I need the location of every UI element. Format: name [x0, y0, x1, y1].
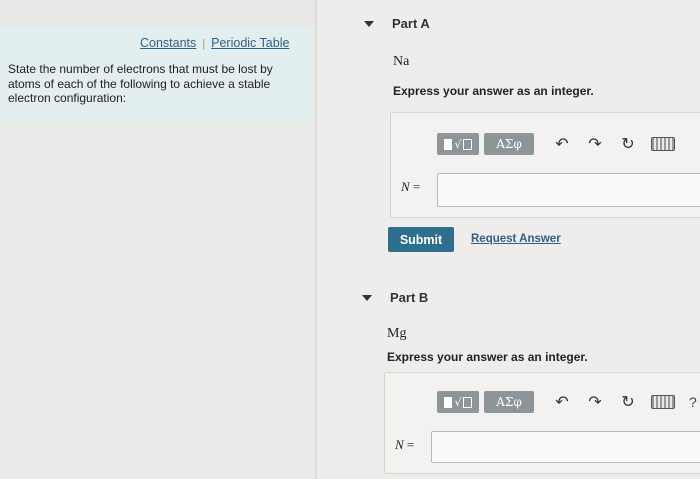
part-b-element: Mg — [387, 326, 407, 341]
greek-symbols-icon[interactable]: ΑΣφ — [484, 133, 534, 155]
parts-panel: Part A Na Express your answer as an inte… — [317, 0, 700, 479]
part-a-answer-input[interactable] — [437, 173, 700, 207]
reset-icon[interactable]: ↻ — [618, 133, 638, 155]
expand-caret-icon[interactable] — [362, 294, 372, 301]
part-a-title: Part A — [392, 16, 430, 31]
part-a-answer-label: N = — [401, 179, 421, 194]
link-separator: | — [202, 38, 206, 50]
left-blank-area — [0, 122, 315, 479]
templates-icon[interactable]: √ — [437, 391, 479, 413]
part-a-answer-box: √ ΑΣφ ↶ ↷ ↻ N = — [390, 112, 700, 218]
part-b-answer-label: N = — [395, 437, 415, 452]
periodic-table-link[interactable]: Periodic Table — [211, 36, 289, 50]
part-b-answer-input[interactable] — [431, 431, 700, 463]
part-b-title: Part B — [390, 290, 429, 305]
undo-icon[interactable]: ↶ — [552, 133, 572, 155]
redo-icon[interactable]: ↷ — [585, 391, 605, 413]
part-a-instruction: Express your answer as an integer. — [393, 84, 594, 98]
part-b-toolbar: √ ΑΣφ ↶ ↷ ↻ ? — [437, 391, 697, 413]
keyboard-icon[interactable] — [651, 137, 675, 151]
part-a-header[interactable]: Part A — [364, 16, 430, 31]
undo-icon[interactable]: ↶ — [552, 391, 572, 413]
request-answer-link[interactable]: Request Answer — [471, 233, 561, 245]
reset-icon[interactable]: ↻ — [618, 391, 638, 413]
part-b-header[interactable]: Part B — [362, 290, 428, 305]
constants-link[interactable]: Constants — [140, 36, 196, 50]
templates-icon[interactable]: √ — [437, 133, 479, 155]
greek-symbols-icon[interactable]: ΑΣφ — [484, 391, 534, 413]
problem-intro-panel: Constants | Periodic Table State the numbe… — [0, 26, 313, 122]
keyboard-icon[interactable] — [651, 395, 675, 409]
resource-links: Constants | Periodic Table — [140, 36, 289, 50]
part-a-element: Na — [393, 54, 410, 69]
part-b-answer-box: √ ΑΣφ ↶ ↷ ↻ ? N = — [384, 372, 700, 474]
submit-button[interactable]: Submit — [388, 227, 454, 252]
help-icon[interactable]: ? — [689, 394, 697, 410]
redo-icon[interactable]: ↷ — [585, 133, 605, 155]
question-text: State the number of electrons that must … — [8, 62, 273, 105]
collapse-caret-icon[interactable] — [364, 20, 374, 27]
part-a-toolbar: √ ΑΣφ ↶ ↷ ↻ — [437, 133, 675, 155]
part-b-instruction: Express your answer as an integer. — [387, 350, 588, 364]
